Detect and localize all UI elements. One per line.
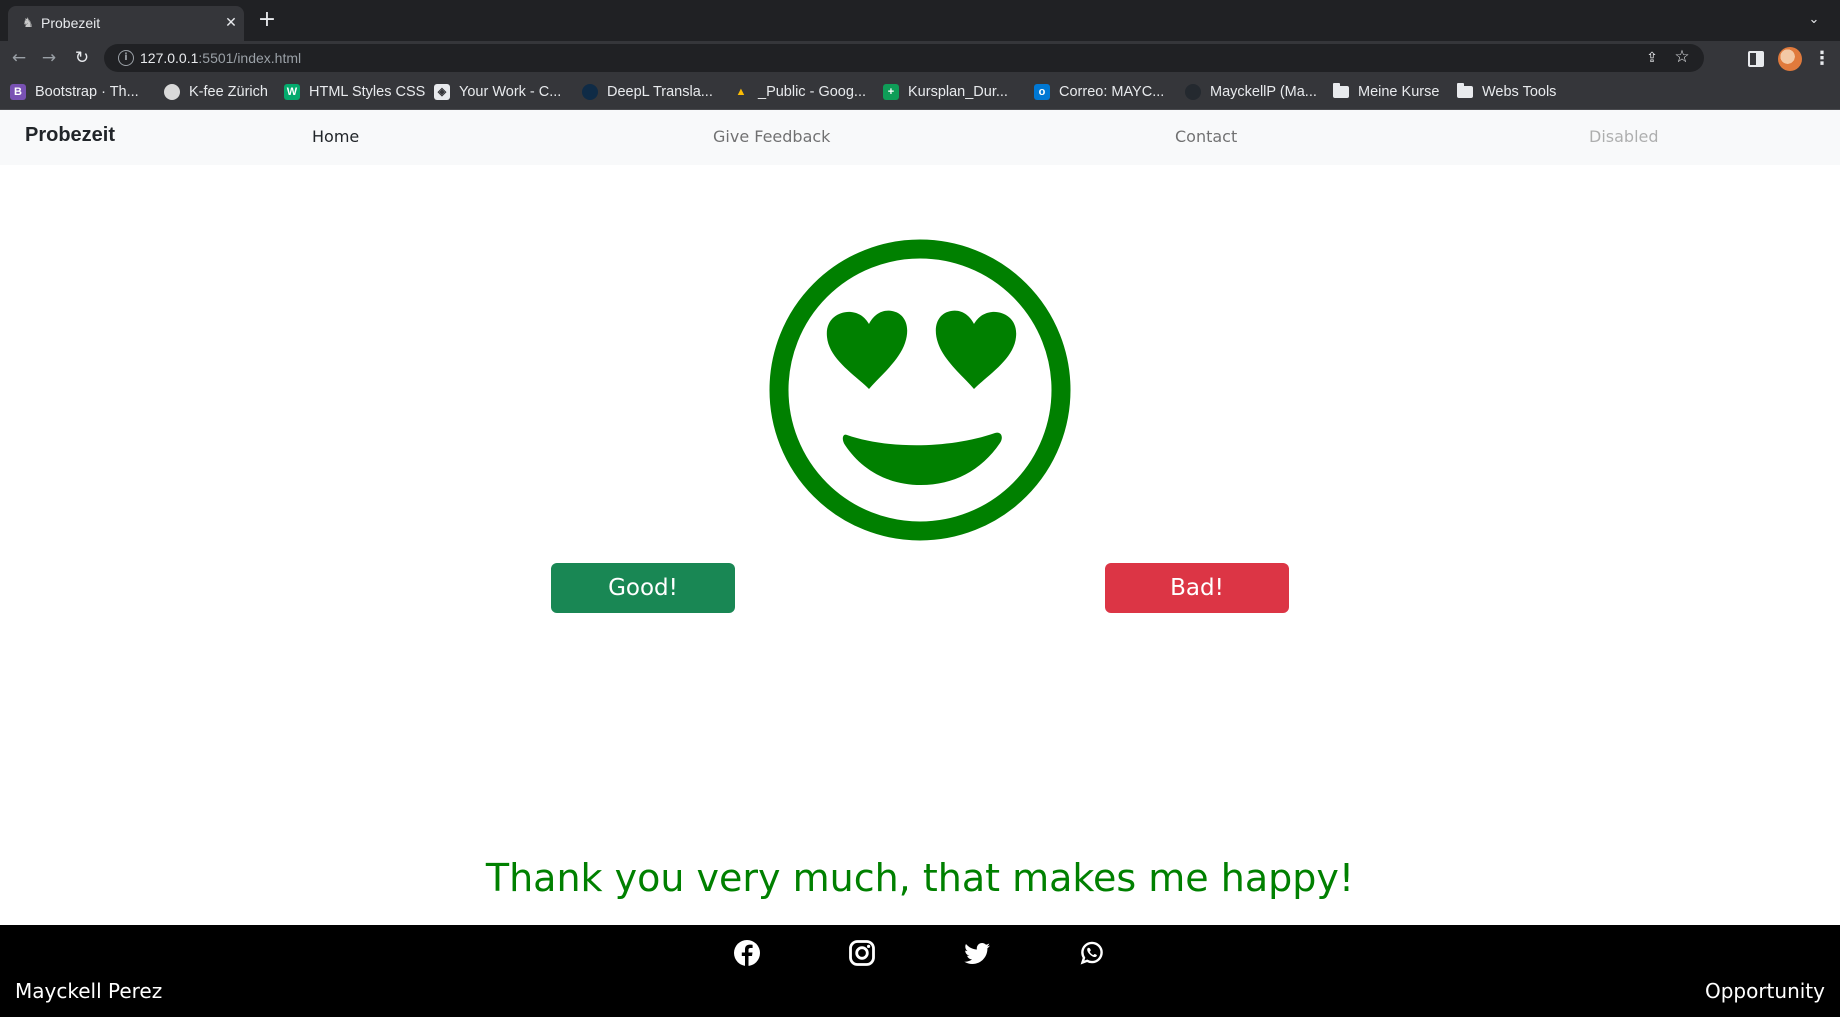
site-footer: Mayckell Perez Opportunity [0,925,1840,1017]
google-sheets-icon: + [883,84,899,100]
w3schools-icon: W [284,84,300,100]
footer-opportunity: Opportunity [1704,979,1825,1003]
bookmark-item[interactable]: K-fee Zürich [164,81,268,103]
bookmark-label: Kursplan_Dur... [908,84,1008,100]
site-navbar: Probezeit Home Give Feedback Contact Dis… [0,110,1840,165]
nav-link-give-feedback[interactable]: Give Feedback [713,127,830,147]
bookmark-item[interactable]: Webs Tools [1457,81,1556,103]
bookmark-item[interactable]: + Kursplan_Dur... [883,81,1008,103]
bookmark-item[interactable]: Meine Kurse [1333,81,1439,103]
bookmark-label: Bootstrap · Th... [35,84,139,100]
close-tab-icon[interactable]: ✕ [222,14,240,32]
tab-title: Probezeit [41,15,101,31]
back-arrow-icon[interactable]: ← [8,48,30,70]
instagram-icon[interactable] [848,939,876,967]
address-url[interactable]: 127.0.0.1:5501/index.html [140,49,301,67]
bookmark-label: HTML Styles CSS [309,84,426,100]
browser-tab[interactable]: ♞ Probezeit ✕ [8,6,244,41]
address-bar[interactable]: i 127.0.0.1:5501/index.html ⇪ ☆ [104,44,1704,72]
bad-button[interactable]: Bad! [1105,563,1289,613]
google-drive-icon: ▲ [735,86,747,98]
bookmark-star-icon[interactable]: ☆ [1672,47,1692,67]
bookmark-label: _Public - Goog... [758,84,866,100]
right-heart-eye-icon [935,310,1017,389]
deepl-icon [582,84,598,100]
smiling-face-with-heart-eyes-icon [769,239,1071,541]
kfee-icon [164,84,180,100]
facebook-icon[interactable] [733,939,761,967]
forward-arrow-icon[interactable]: → [38,48,60,70]
browser-tab-strip: ♞ Probezeit ✕ + ⌄ [0,0,1840,41]
twitter-icon[interactable] [963,939,991,967]
bookmark-label: K-fee Zürich [189,84,268,100]
profile-avatar[interactable] [1778,47,1802,71]
bookmark-item[interactable]: DeepL Transla... [582,81,713,103]
bookmark-label: Meine Kurse [1358,84,1440,100]
folder-icon [1333,83,1349,98]
site-info-icon[interactable]: i [118,50,134,66]
bookmark-item[interactable]: o Correo: MAYC... [1034,81,1164,103]
bookmark-label: MayckellP (Ma... [1210,84,1317,100]
browser-menu-icon[interactable]: ⋮ [1813,48,1831,70]
good-button[interactable]: Good! [551,563,735,613]
footer-author: Mayckell Perez [15,979,163,1003]
bookmark-item[interactable]: ◈ Your Work - C... [434,81,561,103]
bookmark-label: DeepL Transla... [607,84,713,100]
bookmark-item[interactable]: ▲ _Public - Goog... [733,81,866,103]
bookmark-item[interactable]: W HTML Styles CSS [284,81,425,103]
share-icon[interactable]: ⇪ [1642,48,1662,68]
navbar-brand[interactable]: Probezeit [25,124,115,147]
bookmark-item[interactable]: B Bootstrap · Th... [10,81,139,103]
smile-mouth-icon [842,432,1002,485]
new-tab-icon[interactable]: + [256,9,278,31]
codepen-icon: ◈ [434,84,450,100]
seal-icon: ♞ [22,16,34,31]
bookmark-label: Your Work - C... [459,84,562,100]
whatsapp-icon[interactable] [1078,939,1106,967]
bookmark-item[interactable]: MayckellP (Ma... [1185,81,1317,103]
outlook-icon: o [1034,84,1050,100]
reload-icon[interactable]: ↻ [71,48,93,70]
github-icon [1185,84,1201,100]
bookmark-label: Webs Tools [1482,84,1557,100]
bootstrap-icon: B [10,84,26,100]
side-panel-icon[interactable] [1748,51,1764,67]
bookmarks-bar: B Bootstrap · Th... K-fee Zürich W HTML Styl… [0,75,1840,110]
tab-search-icon[interactable]: ⌄ [1804,10,1824,30]
nav-link-disabled: Disabled [1589,127,1659,146]
folder-icon [1457,83,1473,98]
bookmark-label: Correo: MAYC... [1059,84,1165,100]
feedback-message: Thank you very much, that makes me happy… [485,856,1355,900]
nav-link-home[interactable]: Home [312,127,359,147]
browser-toolbar: ← → ↻ i 127.0.0.1:5501/index.html ⇪ ☆ ⋮ [0,41,1840,75]
nav-link-contact[interactable]: Contact [1175,127,1237,147]
left-heart-eye-icon [826,310,908,389]
